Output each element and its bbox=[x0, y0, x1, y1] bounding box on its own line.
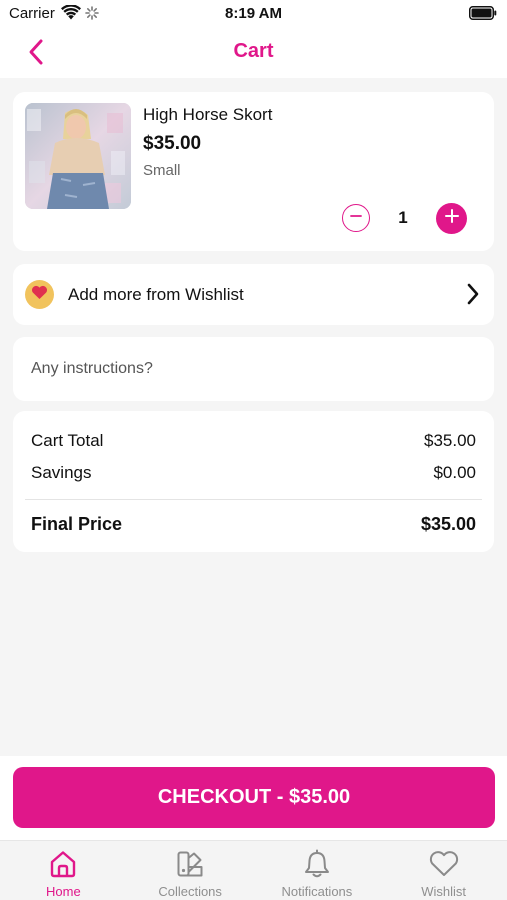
cart-total-label: Cart Total bbox=[31, 431, 104, 450]
final-price-value: $35.00 bbox=[420, 514, 476, 534]
cart-item-card: High Horse Skort $35.00 Small 1 bbox=[13, 92, 494, 251]
add-from-wishlist-row[interactable]: Add more from Wishlist bbox=[13, 264, 494, 325]
product-size: Small bbox=[143, 162, 181, 179]
product-price: $35.00 bbox=[143, 133, 202, 154]
checkout-area: CHECKOUT - $35.00 bbox=[0, 756, 507, 840]
minus-icon bbox=[349, 209, 363, 228]
savings-label: Savings bbox=[31, 463, 92, 482]
product-image[interactable] bbox=[25, 103, 131, 209]
tab-collections[interactable]: Collections bbox=[127, 841, 254, 900]
increase-quantity-button[interactable] bbox=[436, 203, 467, 234]
tab-notifications-label: Notifications bbox=[281, 884, 353, 899]
status-bar: Carrier 8:19 AM bbox=[0, 0, 507, 30]
savings-value: $0.00 bbox=[433, 463, 476, 482]
instructions-input[interactable] bbox=[13, 337, 494, 401]
clock-time: 8:19 AM bbox=[225, 5, 282, 22]
bell-icon bbox=[302, 848, 332, 880]
tab-wishlist-label: Wishlist bbox=[421, 884, 467, 899]
instructions-card bbox=[13, 337, 494, 401]
cart-total-value: $35.00 bbox=[424, 431, 476, 450]
heart-icon bbox=[428, 848, 460, 880]
tab-collections-label: Collections bbox=[158, 884, 222, 899]
final-price-row: Final Price $35.00 bbox=[31, 514, 476, 535]
final-price-label: Final Price bbox=[31, 514, 123, 534]
decrease-quantity-button[interactable] bbox=[342, 204, 370, 232]
price-summary-card: Cart Total $35.00 Savings $0.00 Final Pr… bbox=[13, 411, 494, 552]
navigation-bar: Cart bbox=[0, 30, 507, 78]
collections-icon bbox=[175, 848, 205, 880]
savings-row: Savings $0.00 bbox=[31, 463, 476, 483]
tab-home-label: Home bbox=[46, 884, 81, 899]
product-name[interactable]: High Horse Skort bbox=[143, 105, 272, 125]
wishlist-badge bbox=[25, 280, 54, 309]
checkout-button[interactable]: CHECKOUT - $35.00 bbox=[13, 767, 495, 828]
battery-icon bbox=[469, 6, 497, 25]
wishlist-label: Add more from Wishlist bbox=[68, 285, 244, 304]
page-title: Cart bbox=[233, 40, 274, 62]
tab-notifications[interactable]: Notifications bbox=[254, 841, 381, 900]
tab-wishlist[interactable]: Wishlist bbox=[380, 841, 507, 900]
tab-home[interactable]: Home bbox=[0, 841, 127, 900]
tab-bar: Home Collections Notifications Wishlist bbox=[0, 840, 507, 900]
cart-total-row: Cart Total $35.00 bbox=[31, 431, 476, 451]
heart-icon bbox=[31, 285, 48, 305]
chevron-right-icon bbox=[466, 282, 480, 311]
plus-icon bbox=[444, 208, 460, 229]
home-icon bbox=[48, 848, 78, 880]
summary-divider bbox=[25, 499, 482, 500]
quantity-value: 1 bbox=[398, 208, 408, 227]
